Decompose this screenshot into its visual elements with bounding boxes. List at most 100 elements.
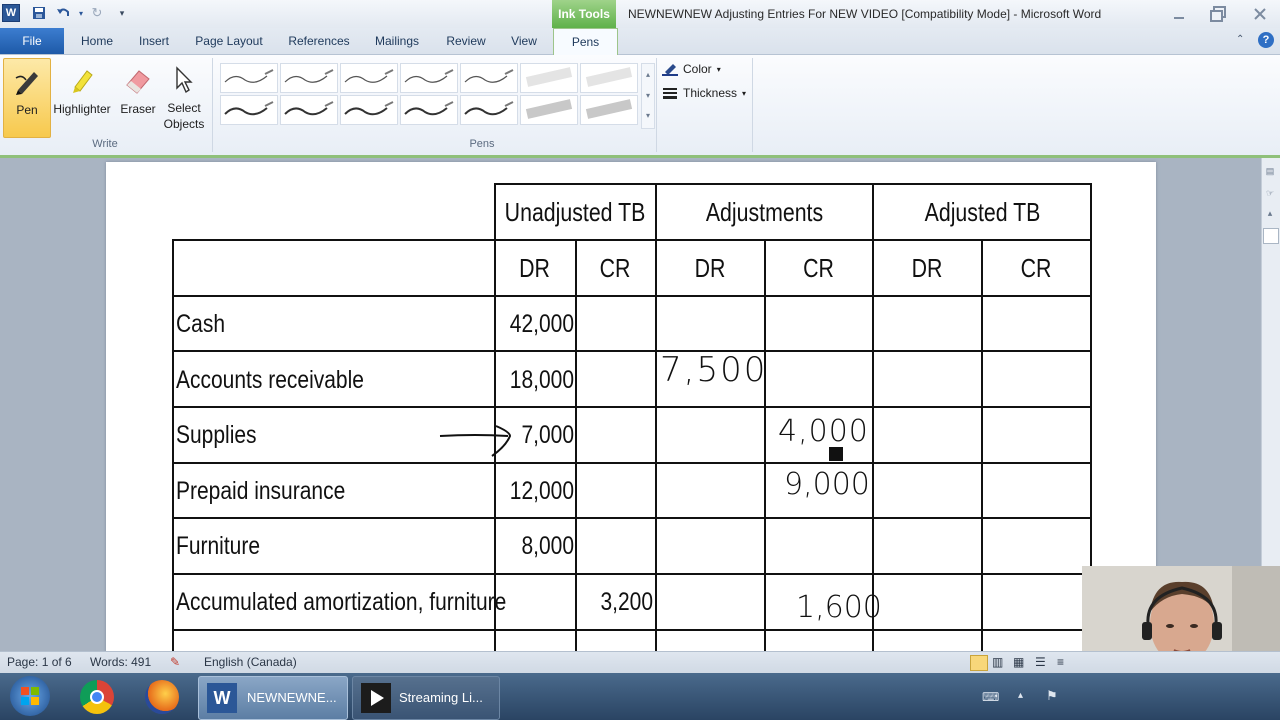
thickness-dropdown-icon: ▾ bbox=[742, 88, 747, 98]
column-line bbox=[872, 239, 874, 651]
windows-logo-icon bbox=[21, 687, 39, 705]
unadjusted-dr-value: 18,000 bbox=[509, 365, 574, 394]
write-group-label: Write bbox=[92, 138, 118, 150]
cursor-icon bbox=[168, 64, 200, 96]
help-icon[interactable]: ? bbox=[1258, 32, 1274, 48]
eraser-icon bbox=[122, 64, 154, 96]
taskbar-item-streaming[interactable]: Streaming Li... bbox=[352, 676, 500, 720]
outline-icon[interactable]: ☰ bbox=[1035, 655, 1046, 669]
proofing-icon[interactable]: ✎ bbox=[170, 655, 180, 669]
undo-icon[interactable] bbox=[54, 4, 72, 22]
pen-gallery bbox=[220, 63, 640, 127]
subheader-unadj-cr: CR bbox=[599, 252, 631, 283]
tab-home[interactable]: Home bbox=[70, 28, 124, 54]
tab-file[interactable]: File bbox=[0, 28, 64, 54]
web-layout-icon[interactable]: ▦ bbox=[1013, 655, 1024, 669]
word-count[interactable]: Words: 491 bbox=[90, 655, 151, 669]
unadjusted-dr-value: 7,000 bbox=[521, 421, 574, 450]
unadjusted-dr-value: 42,000 bbox=[509, 310, 574, 338]
taskbar-item-word[interactable]: W NEWNEWNE... bbox=[198, 676, 348, 720]
action-center-flag-icon[interactable]: ⚑ bbox=[1046, 688, 1058, 704]
unadjusted-dr-value: 8,000 bbox=[521, 532, 574, 561]
tab-references[interactable]: References bbox=[280, 28, 358, 54]
pens-group-label: Pens bbox=[469, 138, 495, 150]
pen-style-swatch[interactable] bbox=[220, 95, 278, 125]
pen-style-swatch[interactable] bbox=[520, 95, 578, 125]
pen-style-swatch[interactable] bbox=[280, 63, 338, 93]
customize-qat-icon[interactable]: ▾ bbox=[113, 4, 131, 22]
pen-style-swatch[interactable] bbox=[520, 63, 578, 93]
firefox-icon[interactable] bbox=[145, 680, 179, 714]
pen-style-swatch[interactable] bbox=[400, 63, 458, 93]
pen-style-swatch[interactable] bbox=[340, 95, 398, 125]
header-unadjusted-tb: Unadjusted TB bbox=[504, 196, 646, 227]
account-name: Accumulated amortization, furniture bbox=[176, 588, 507, 616]
column-line bbox=[764, 239, 766, 651]
status-bar bbox=[0, 651, 1280, 674]
tab-view[interactable]: View bbox=[503, 28, 545, 54]
divider bbox=[872, 183, 874, 241]
taskbar-item-streaming-label: Streaming Li... bbox=[399, 690, 483, 705]
draft-icon[interactable]: ≡ bbox=[1057, 655, 1064, 669]
gallery-more-icon[interactable]: ▾ bbox=[642, 106, 654, 126]
highlighter-label: Highlighter bbox=[53, 102, 111, 116]
minimize-ribbon-icon[interactable]: ⌃ bbox=[1236, 34, 1244, 45]
ruler-toggle-icon[interactable]: ▤ bbox=[1263, 164, 1277, 178]
highlighter-icon bbox=[66, 64, 98, 96]
document-title: NEWNEWNEW Adjusting Entries For NEW VIDE… bbox=[628, 7, 1102, 21]
pen-style-swatch[interactable] bbox=[220, 63, 278, 93]
scroll-thumb[interactable] bbox=[1263, 228, 1279, 244]
subheader-unadj-dr: DR bbox=[519, 252, 550, 283]
pen-style-swatch[interactable] bbox=[460, 95, 518, 125]
print-layout-icon[interactable] bbox=[970, 655, 988, 671]
restore-icon[interactable] bbox=[1205, 3, 1231, 25]
tab-mailings[interactable]: Mailings bbox=[366, 28, 428, 54]
select-objects-label: Select Objects bbox=[163, 101, 205, 131]
document-area[interactable]: Unadjusted TB Adjustments Adjusted TB DR… bbox=[0, 158, 1261, 651]
redo-icon[interactable]: ↻ bbox=[88, 4, 106, 22]
tab-insert[interactable]: Insert bbox=[130, 28, 178, 54]
tab-pens[interactable]: Pens bbox=[553, 28, 618, 56]
pen-style-swatch[interactable] bbox=[580, 63, 638, 93]
ink-supplies-adjustment: 4,000 bbox=[778, 414, 869, 449]
scroll-hand-icon[interactable]: ☞ bbox=[1263, 186, 1277, 200]
full-screen-reading-icon[interactable]: ▥ bbox=[992, 655, 1003, 669]
page-count[interactable]: Page: 1 of 6 bbox=[7, 655, 72, 669]
header-adjustments: Adjustments bbox=[705, 196, 824, 227]
pen-style-swatch[interactable] bbox=[460, 63, 518, 93]
thickness-button[interactable]: Thickness ▾ bbox=[662, 86, 746, 100]
ink-ar-adjustment: 7,500 bbox=[660, 350, 768, 390]
scroll-up-icon[interactable]: ▴ bbox=[1263, 206, 1277, 220]
pen-style-swatch[interactable] bbox=[400, 95, 458, 125]
thickness-icon bbox=[663, 88, 677, 99]
row-line bbox=[172, 629, 1092, 631]
tab-review[interactable]: Review bbox=[437, 28, 495, 54]
show-hidden-icons[interactable]: ▴ bbox=[1018, 690, 1023, 701]
ink-prepaid-adjustment: 9,000 bbox=[784, 467, 870, 502]
start-button[interactable] bbox=[10, 676, 50, 716]
gallery-scroll[interactable]: ▴ ▾ ▾ bbox=[641, 63, 655, 129]
minimize-icon[interactable] bbox=[1166, 3, 1192, 25]
highlighter-button[interactable]: Highlighter bbox=[50, 58, 114, 136]
color-button[interactable]: Color ▾ bbox=[662, 62, 721, 76]
tab-page-layout[interactable]: Page Layout bbox=[186, 28, 272, 54]
ink-cursor bbox=[829, 447, 843, 461]
eraser-button[interactable]: Eraser bbox=[115, 58, 161, 136]
pen-style-swatch[interactable] bbox=[340, 63, 398, 93]
language-indicator[interactable]: English (Canada) bbox=[204, 655, 297, 669]
streaming-icon bbox=[361, 683, 391, 713]
gallery-up-icon[interactable]: ▴ bbox=[642, 64, 654, 85]
pen-style-swatch[interactable] bbox=[580, 95, 638, 125]
chrome-icon[interactable] bbox=[80, 680, 114, 714]
pen-button[interactable]: Pen bbox=[3, 58, 51, 138]
column-line bbox=[981, 239, 983, 651]
document-page[interactable]: Unadjusted TB Adjustments Adjusted TB DR… bbox=[106, 162, 1156, 651]
pen-style-swatch[interactable] bbox=[280, 95, 338, 125]
select-objects-button[interactable]: Select Objects bbox=[160, 58, 208, 136]
keyboard-tray-icon[interactable]: ⌨ bbox=[982, 690, 999, 704]
close-icon[interactable] bbox=[1247, 3, 1273, 25]
save-icon[interactable] bbox=[30, 4, 48, 22]
gallery-down-icon[interactable]: ▾ bbox=[642, 85, 654, 106]
word-logo-icon[interactable]: W bbox=[2, 4, 20, 22]
account-name: Cash bbox=[176, 310, 226, 338]
